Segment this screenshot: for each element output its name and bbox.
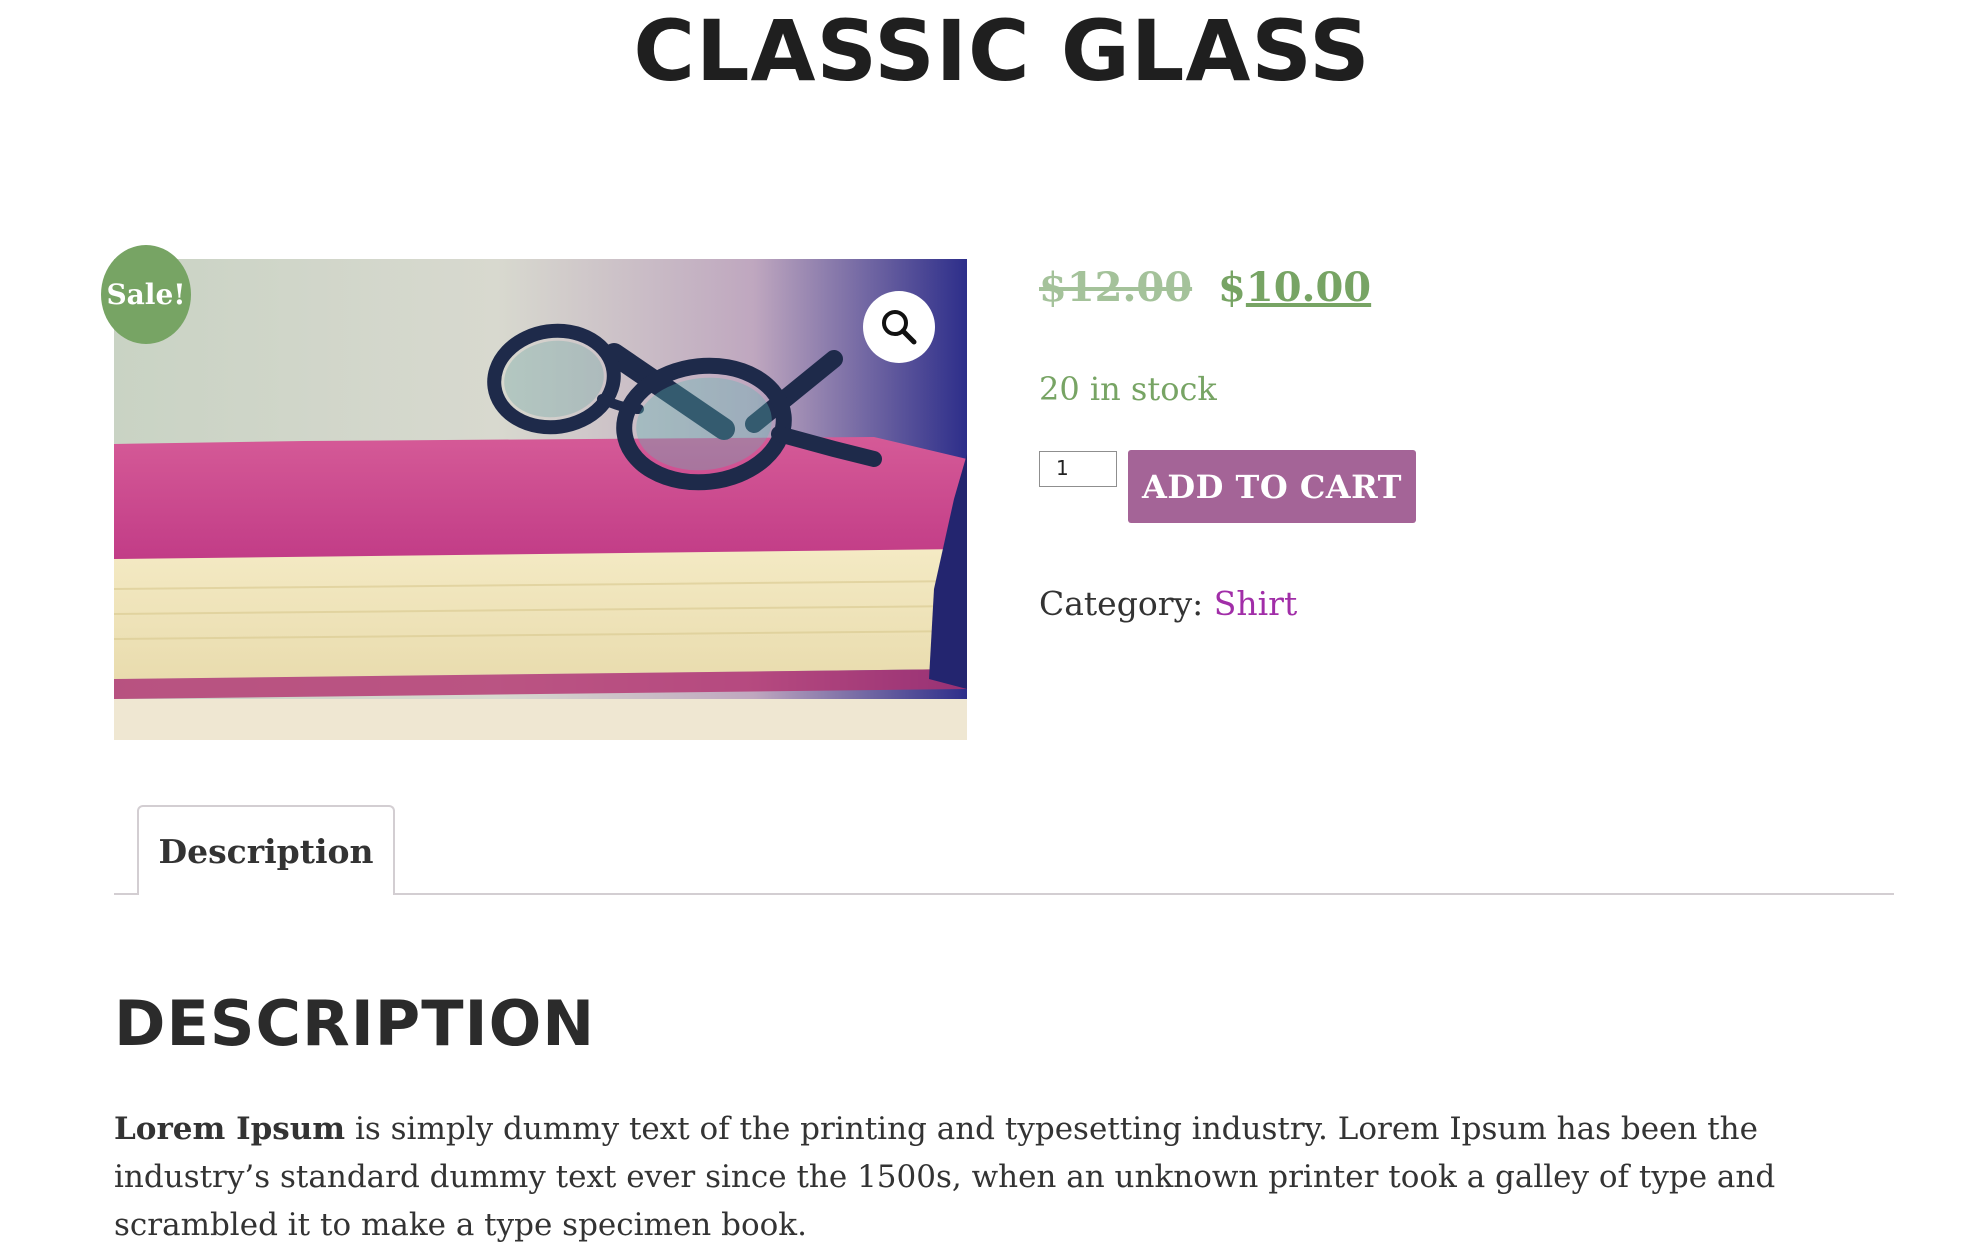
category-label: Category: (1039, 584, 1204, 623)
product-photo (114, 259, 967, 740)
category-link[interactable]: Shirt (1214, 584, 1297, 623)
description-body: is simply dummy text of the printing and… (114, 1111, 1776, 1243)
description-text: Lorem Ipsum is simply dummy text of the … (114, 1105, 1904, 1249)
product-meta: Category: Shirt (1039, 584, 1297, 623)
sale-badge: Sale! (101, 245, 191, 344)
magnifying-glass-icon (882, 310, 917, 345)
add-to-cart-button[interactable]: ADD TO CART (1128, 450, 1416, 523)
sale-price-amount: 10.00 (1245, 264, 1372, 311)
price: $12.00 $10.00 (1039, 264, 1371, 311)
description-heading: DESCRIPTION (114, 987, 596, 1060)
stock-status: 20 in stock (1039, 370, 1217, 408)
currency-symbol: $ (1218, 264, 1246, 311)
sale-price: $10.00 (1218, 264, 1371, 311)
description-lead: Lorem Ipsum (114, 1111, 346, 1147)
page-title: CLASSIC GLASS (633, 2, 1371, 100)
quantity-input[interactable]: 1 (1039, 451, 1117, 487)
tab-description[interactable]: Description (137, 805, 395, 895)
product-image[interactable] (114, 259, 967, 740)
image-zoom-button[interactable] (863, 291, 935, 363)
regular-price: $12.00 (1039, 264, 1193, 311)
